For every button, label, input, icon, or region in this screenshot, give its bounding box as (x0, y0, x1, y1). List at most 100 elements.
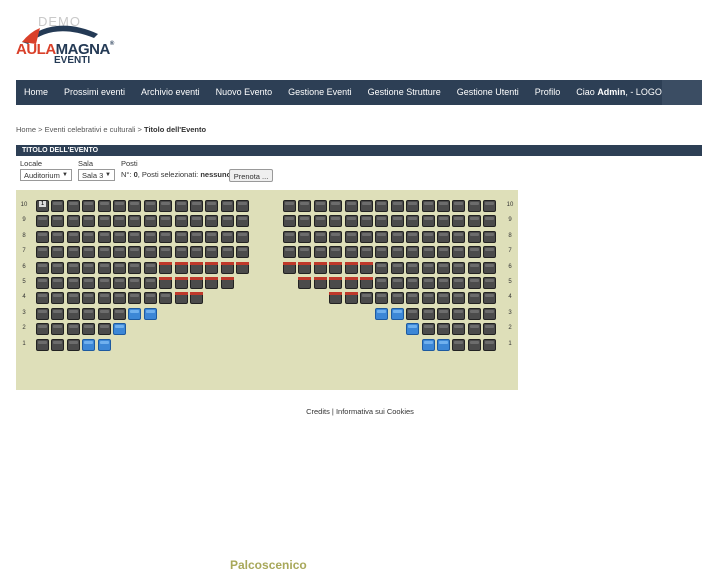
seat-free[interactable] (143, 215, 157, 228)
seat-free[interactable] (36, 246, 49, 259)
seat-free[interactable] (66, 292, 80, 305)
seat-free[interactable] (66, 230, 80, 243)
seat-free[interactable] (467, 277, 481, 289)
seat-free[interactable] (174, 200, 188, 212)
seat-free[interactable] (82, 261, 96, 274)
seat-free[interactable] (375, 200, 389, 212)
nav-archivio-eventi[interactable]: Archivio eventi (133, 80, 208, 105)
seat-free[interactable] (159, 200, 173, 212)
seat-free[interactable] (66, 307, 80, 320)
seat-free[interactable] (66, 261, 80, 274)
seat-free[interactable] (174, 230, 188, 243)
seat-free[interactable] (483, 261, 497, 274)
footer-cookies[interactable]: Informativa sui Cookies (336, 407, 414, 416)
seat-free[interactable] (406, 307, 420, 320)
seat-free[interactable] (406, 292, 420, 305)
seat-free[interactable] (97, 323, 111, 336)
seat-free[interactable] (174, 215, 188, 228)
seat-free[interactable] (143, 261, 157, 274)
seat-free[interactable] (82, 292, 96, 305)
seat-free[interactable] (437, 200, 450, 212)
seat-free[interactable] (51, 230, 65, 243)
seat-free[interactable] (421, 246, 435, 259)
seat-free[interactable] (51, 246, 65, 259)
seat-free[interactable] (283, 230, 296, 243)
seat-free[interactable] (344, 200, 358, 212)
seat-free[interactable] (36, 323, 49, 336)
seat-free[interactable] (205, 246, 219, 259)
seat-free[interactable] (143, 230, 157, 243)
seat-free[interactable] (329, 215, 343, 228)
seat-free[interactable] (113, 215, 126, 228)
seat-free[interactable] (406, 230, 420, 243)
seat-free[interactable] (159, 292, 173, 305)
seat-free[interactable] (437, 323, 450, 336)
seat-free[interactable] (66, 277, 80, 289)
seat-free[interactable] (344, 215, 358, 228)
seat-free[interactable] (97, 292, 111, 305)
seat-free[interactable] (82, 200, 96, 212)
seat-free[interactable] (483, 323, 497, 336)
seat-free[interactable] (51, 292, 65, 305)
seat-free[interactable] (190, 200, 203, 212)
seat-free[interactable] (421, 307, 435, 320)
seat-free[interactable] (128, 277, 142, 289)
seat-free[interactable] (97, 246, 111, 259)
seat-free[interactable] (82, 215, 96, 228)
seat-free[interactable] (360, 292, 373, 305)
prenota-button[interactable]: Prenota ... (229, 169, 273, 182)
seat-free[interactable] (483, 246, 497, 259)
seat-free[interactable] (390, 215, 404, 228)
seat-free[interactable] (51, 215, 65, 228)
seat-free[interactable] (467, 338, 481, 351)
seat-free[interactable] (298, 246, 312, 259)
seat-free[interactable] (452, 277, 466, 289)
seat-free[interactable] (128, 230, 142, 243)
seat-free[interactable] (390, 292, 404, 305)
seat-free[interactable] (360, 246, 373, 259)
seat-free[interactable] (360, 215, 373, 228)
seat-free[interactable] (375, 230, 389, 243)
seat-free[interactable] (344, 230, 358, 243)
seat-free[interactable] (143, 200, 157, 212)
seat-free[interactable] (313, 215, 327, 228)
seat-free[interactable] (113, 261, 126, 274)
seat-free[interactable] (421, 215, 435, 228)
seat-free[interactable] (390, 200, 404, 212)
seat-free[interactable] (390, 230, 404, 243)
seat-free[interactable] (236, 200, 250, 212)
seat-free[interactable] (236, 246, 250, 259)
seat-free[interactable] (82, 307, 96, 320)
seat-free[interactable] (113, 292, 126, 305)
seat-free[interactable] (97, 307, 111, 320)
seat-free[interactable] (406, 215, 420, 228)
seat-free[interactable] (406, 246, 420, 259)
seat-free[interactable] (36, 307, 49, 320)
seat-free[interactable] (467, 307, 481, 320)
sala-select[interactable]: Sala 3 ▼ (78, 169, 115, 181)
seat-free[interactable] (344, 246, 358, 259)
seat-free[interactable] (283, 246, 296, 259)
seat-free[interactable] (406, 277, 420, 289)
seat-free[interactable] (66, 200, 80, 212)
seat-free[interactable] (36, 277, 49, 289)
seat-free[interactable] (375, 246, 389, 259)
seat-free[interactable] (452, 200, 466, 212)
seat-free[interactable] (390, 246, 404, 259)
seat-free[interactable] (174, 246, 188, 259)
seat-free[interactable] (190, 230, 203, 243)
seat-free[interactable] (375, 261, 389, 274)
seat-selected[interactable]: 1 (36, 200, 49, 212)
seat-free[interactable] (421, 292, 435, 305)
seat-free[interactable] (483, 292, 497, 305)
seat-free[interactable] (66, 215, 80, 228)
seat-free[interactable] (36, 230, 49, 243)
seat-free[interactable] (128, 200, 142, 212)
seat-free[interactable] (298, 230, 312, 243)
seat-free[interactable] (421, 277, 435, 289)
seat-free[interactable] (452, 246, 466, 259)
seat-free[interactable] (51, 307, 65, 320)
seat-free[interactable] (467, 246, 481, 259)
seat-free[interactable] (82, 230, 96, 243)
seat-free[interactable] (128, 261, 142, 274)
